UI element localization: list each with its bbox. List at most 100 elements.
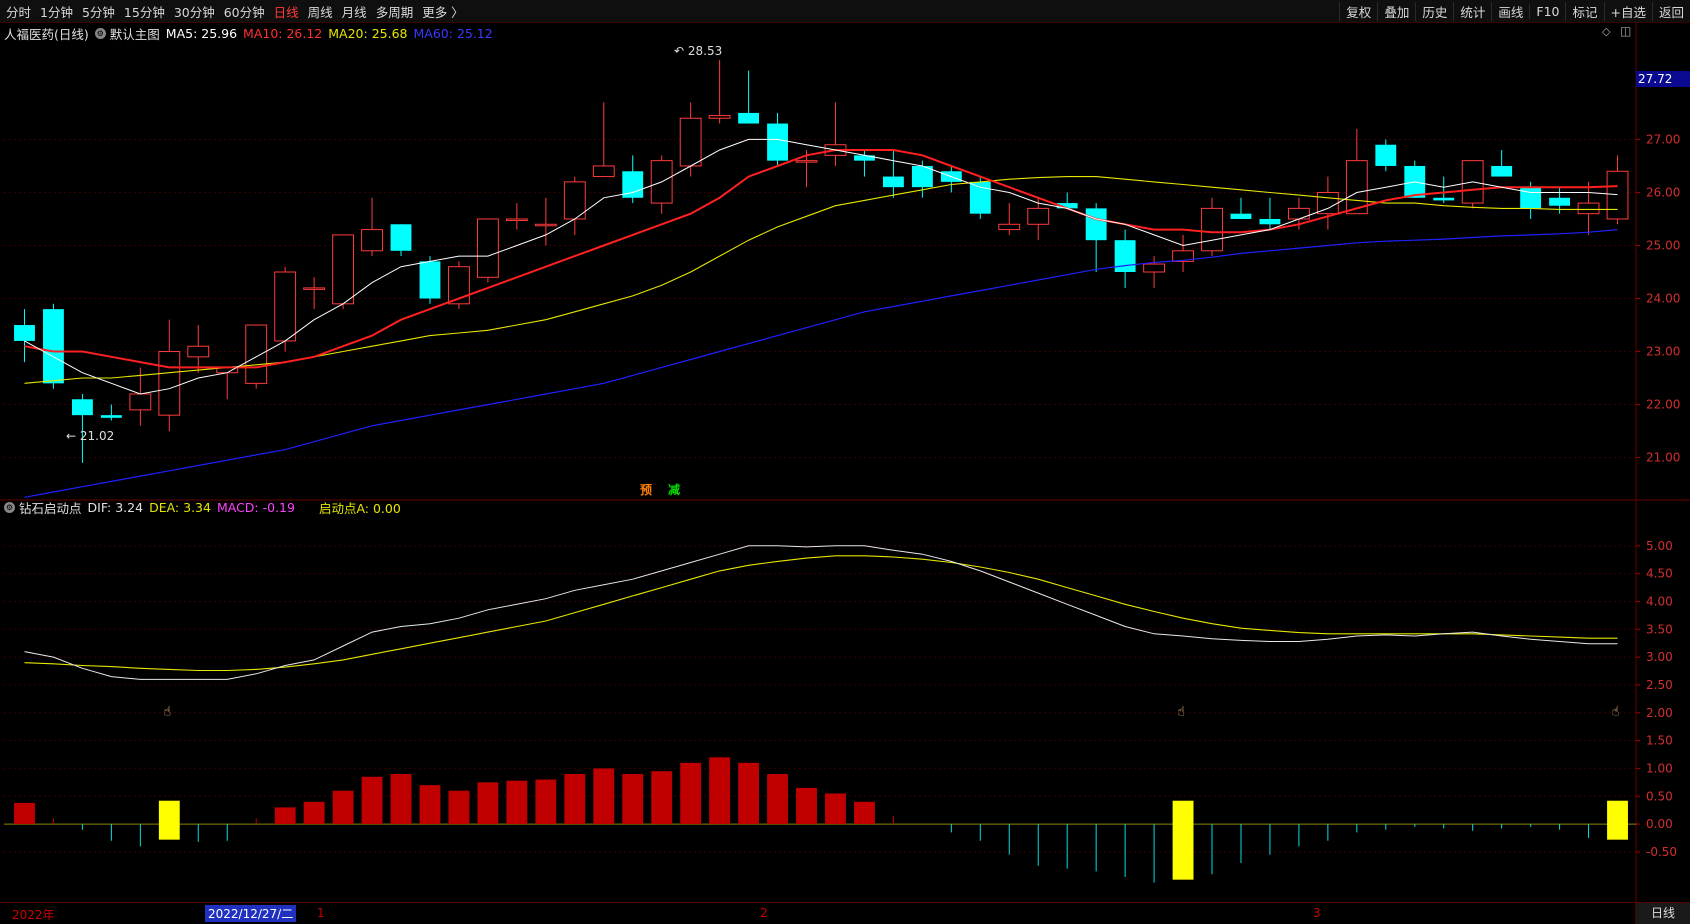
candle-body <box>332 234 355 305</box>
dif-line <box>24 545 1618 680</box>
tool-button-1[interactable]: 叠加 <box>1377 1 1415 21</box>
tool-button-3[interactable]: 统计 <box>1453 1 1491 21</box>
period-tab-3[interactable]: 15分钟 <box>124 2 165 21</box>
macd-bar <box>535 779 557 825</box>
candle-body <box>245 324 268 384</box>
forecast-badge[interactable]: 预 <box>640 481 652 498</box>
macd-bar <box>622 774 644 825</box>
macd-bar <box>825 793 846 825</box>
signal-bar <box>1172 800 1194 880</box>
top-toolbar: 分时 1分钟 5分钟 15分钟 30分钟 60分钟 日线 周线 月线 多周期 更多 〉 复权 叠加 历史… <box>0 0 1690 23</box>
candle-body <box>1027 207 1050 225</box>
tool-button-7[interactable]: +自选 <box>1603 1 1652 21</box>
high-annotation: ↶ 28.53 <box>674 44 723 58</box>
macd-bar <box>274 807 296 825</box>
tool-button-6[interactable]: 标记 <box>1565 1 1603 21</box>
macd-bar <box>506 780 528 825</box>
period-tab-4[interactable]: 30分钟 <box>174 2 215 21</box>
candle-body <box>419 261 441 299</box>
high-value: 28.53 <box>687 44 723 58</box>
price-tick-label: 27.00 <box>1646 132 1680 146</box>
candle-body <box>129 393 152 411</box>
candle-body <box>969 181 991 214</box>
macd-tick-label: -0.50 <box>1646 845 1677 859</box>
macd-tick-label: 4.50 <box>1646 567 1673 581</box>
candle-body <box>708 115 731 119</box>
day-tab[interactable]: 日线 <box>1635 903 1690 924</box>
macd-bar <box>448 790 470 825</box>
price-tick-label: 26.00 <box>1646 185 1680 199</box>
price-tick-label: 24.00 <box>1646 292 1680 306</box>
macd-bar <box>709 757 731 825</box>
candle-body <box>1143 263 1166 273</box>
candle-body <box>14 325 35 341</box>
macd-bar <box>651 771 673 825</box>
period-tab-7[interactable]: 周线 <box>308 2 333 21</box>
period-tab-6[interactable]: 日线 <box>274 2 299 21</box>
tool-button-2[interactable]: 历史 <box>1415 1 1453 21</box>
macd-tick-label: 1.50 <box>1646 734 1673 748</box>
macd-tick-label: 5.00 <box>1646 539 1673 553</box>
month-1-label: 1 <box>317 906 325 920</box>
period-tab-1[interactable]: 1分钟 <box>40 2 73 21</box>
period-tab-2[interactable]: 5分钟 <box>82 2 115 21</box>
signal-bar <box>158 800 180 840</box>
candle-body <box>1201 207 1223 252</box>
candle-body <box>1433 197 1455 201</box>
candle-body <box>592 165 615 178</box>
candle-body <box>1085 208 1107 241</box>
macd-bar <box>593 768 615 825</box>
period-tab-0[interactable]: 分时 <box>6 2 31 21</box>
price-badge: 27.72 <box>1636 71 1690 87</box>
reduce-badge[interactable]: 减 <box>668 481 680 498</box>
kline-chart[interactable]: 27.00 26.00 25.00 24.00 23.00 22.00 21.00 5.00 4… <box>0 22 1690 902</box>
price-tick-label: 23.00 <box>1646 345 1680 359</box>
tool-button-8[interactable]: 返回 <box>1651 1 1690 21</box>
candle-body <box>1577 202 1600 215</box>
tool-buttons: 复权 叠加 历史 统计 画线 F10 标记 +自选 返回 <box>1339 0 1690 22</box>
macd-bar <box>303 801 325 825</box>
hand-icon: ☝ <box>1612 705 1620 720</box>
macd-tick-label: 0.50 <box>1646 789 1673 803</box>
candle-body <box>1114 240 1136 272</box>
macd-bar <box>361 776 383 825</box>
candle-body <box>1606 170 1629 220</box>
macd-bar <box>796 787 817 825</box>
tool-button-4[interactable]: 画线 <box>1491 1 1529 21</box>
candle-body <box>187 345 210 358</box>
candle-body <box>1230 213 1252 219</box>
candle-body <box>679 117 702 167</box>
macd-bar <box>767 774 788 825</box>
macd-tick-label: 2.50 <box>1646 678 1673 692</box>
period-tab-10[interactable]: 更多 〉 <box>422 2 463 21</box>
macd-tick-label: 0.00 <box>1646 817 1673 831</box>
macd-bar <box>680 762 702 825</box>
candle-body <box>43 309 64 384</box>
macd-bar <box>854 801 875 825</box>
macd-bar <box>564 774 586 825</box>
candle-body <box>738 112 760 124</box>
tool-button-0[interactable]: 复权 <box>1339 1 1377 21</box>
period-tab-9[interactable]: 多周期 <box>376 2 414 21</box>
tool-button-5[interactable]: F10 <box>1529 3 1565 19</box>
candle-body <box>1259 218 1281 225</box>
candle-body <box>71 399 93 416</box>
macd-tick-label: 3.50 <box>1646 622 1673 636</box>
candle-body <box>1375 144 1397 166</box>
low-value: 21.02 <box>79 429 115 443</box>
candle-body <box>390 224 412 251</box>
macd-bar <box>14 802 35 825</box>
price-tick-label: 25.00 <box>1646 238 1680 252</box>
date-axis: 2022年 2022/12/27/二 1 2 3 日线 <box>0 902 1690 924</box>
period-tab-8[interactable]: 月线 <box>342 2 367 21</box>
macd-bar <box>419 785 441 825</box>
candle-body <box>158 351 181 416</box>
candle-body <box>505 218 528 221</box>
macd-tick-label: 2.00 <box>1646 706 1673 720</box>
macd-tick-label: 4.00 <box>1646 594 1673 608</box>
price-tick-label: 22.00 <box>1646 398 1680 412</box>
candle-body <box>882 176 904 188</box>
hand-icon: ☝ <box>163 705 171 720</box>
period-tab-5[interactable]: 60分钟 <box>224 2 265 21</box>
month-3-label: 3 <box>1313 906 1321 920</box>
